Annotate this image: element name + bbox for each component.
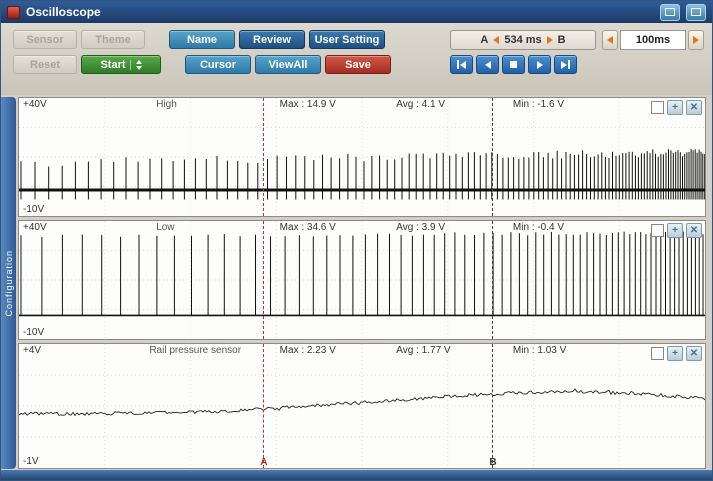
channel-header: +40V High Max : 14.9 V Avg : 4.1 V Min :…	[19, 99, 705, 113]
waveform-high	[19, 98, 705, 216]
cursor-b-label: B	[558, 34, 566, 46]
waveform-rail-pressure	[19, 344, 705, 468]
configuration-sidebar-tab[interactable]: Configuration	[1, 97, 16, 469]
cursor-time-display: A 534 ms B	[450, 30, 596, 50]
timebase-control: 100ms	[602, 30, 704, 50]
waveform-low	[19, 221, 705, 339]
maximize-icon	[691, 8, 701, 16]
timebase-value: 100ms	[620, 30, 686, 50]
channel-rail-pressure: +4V Rail pressure sensor Max : 2.23 V Av…	[18, 343, 706, 469]
channel-header: +4V Rail pressure sensor Max : 2.23 V Av…	[19, 345, 705, 359]
step-forward-button[interactable]	[528, 55, 551, 74]
stat-avg: Avg : 4.1 V	[396, 99, 445, 110]
start-spinner-icon[interactable]	[130, 60, 142, 70]
stat-min: Min : -1.6 V	[513, 99, 564, 110]
cursor-b-line[interactable]	[492, 221, 493, 339]
oscilloscope-window: Oscilloscope Sensor Theme Name Review Us…	[0, 0, 713, 481]
scale-bottom-label: -10V	[23, 327, 44, 338]
channel-checkbox[interactable]	[651, 101, 664, 114]
theme-button[interactable]: Theme	[81, 30, 145, 49]
close-channel-button[interactable]: ✕	[686, 223, 702, 238]
channel-checkbox[interactable]	[651, 347, 664, 360]
channel-header: +40V Low Max : 34.6 V Avg : 3.9 V Min : …	[19, 222, 705, 236]
stat-avg: Avg : 3.9 V	[396, 222, 445, 233]
scale-bottom-label: -10V	[23, 204, 44, 215]
stat-avg: Avg : 1.77 V	[396, 345, 450, 356]
timebase-decrease-button[interactable]	[602, 30, 618, 50]
save-button[interactable]: Save	[325, 55, 391, 74]
cursor-a-bottom-label: A	[260, 457, 267, 468]
close-channel-button[interactable]: ✕	[686, 346, 702, 361]
channel-name: High	[156, 99, 177, 110]
cursor-time-value: 534 ms	[504, 34, 541, 46]
stat-max: Max : 14.9 V	[280, 99, 336, 110]
cursor-a-arrow-icon	[493, 36, 499, 44]
stat-min: Min : 1.03 V	[513, 345, 566, 356]
playback-controls	[450, 55, 577, 74]
scale-top-label: +40V	[23, 222, 47, 233]
zoom-plus-button[interactable]: +	[667, 100, 683, 115]
scale-bottom-label: -1V	[23, 456, 39, 467]
cursor-a-line[interactable]	[263, 221, 264, 339]
channel-name: Rail pressure sensor	[149, 345, 241, 356]
stat-max: Max : 34.6 V	[280, 222, 336, 233]
title-bar: Oscilloscope	[1, 1, 712, 23]
channel-high: +40V High Max : 14.9 V Avg : 4.1 V Min :…	[18, 97, 706, 217]
start-button[interactable]: Start	[81, 55, 161, 74]
skip-to-start-button[interactable]	[450, 55, 473, 74]
scale-top-label: +4V	[23, 345, 41, 356]
step-back-button[interactable]	[476, 55, 499, 74]
left-arrow-icon	[607, 36, 613, 44]
channel-controls: + ✕	[651, 100, 702, 115]
right-arrow-icon	[693, 36, 699, 44]
channel-controls: + ✕	[651, 223, 702, 238]
viewall-button[interactable]: ViewAll	[255, 55, 321, 74]
cursor-a-line[interactable]	[263, 98, 264, 216]
sensor-button[interactable]: Sensor	[13, 30, 77, 49]
channel-name: Low	[156, 222, 174, 233]
channel-checkbox[interactable]	[651, 224, 664, 237]
reset-button[interactable]: Reset	[13, 55, 77, 74]
window-bottom-frame	[1, 470, 712, 480]
timebase-increase-button[interactable]	[688, 30, 704, 50]
maximize-window-button[interactable]	[686, 4, 706, 21]
cursor-b-bottom-label: B	[489, 457, 496, 468]
skip-to-end-button[interactable]	[554, 55, 577, 74]
zoom-plus-button[interactable]: +	[667, 346, 683, 361]
window-title: Oscilloscope	[26, 5, 654, 19]
cursor-button[interactable]: Cursor	[185, 55, 251, 74]
toolbar: Sensor Theme Name Review User Setting Re…	[1, 23, 712, 95]
restore-icon	[665, 8, 675, 16]
close-channel-button[interactable]: ✕	[686, 100, 702, 115]
toolbar-row-2: Reset Start Cursor ViewAll Save	[13, 55, 391, 74]
scale-top-label: +40V	[23, 99, 47, 110]
toolbar-row-1: Sensor Theme Name Review User Setting	[13, 30, 385, 49]
cursor-b-arrow-icon	[547, 36, 553, 44]
stat-min: Min : -0.4 V	[513, 222, 564, 233]
configuration-label: Configuration	[4, 250, 14, 317]
cursor-b-line[interactable]	[492, 344, 493, 468]
cursor-a-line[interactable]	[263, 344, 264, 468]
stop-button[interactable]	[502, 55, 525, 74]
cursor-a-label: A	[480, 34, 488, 46]
channel-low: +40V Low Max : 34.6 V Avg : 3.9 V Min : …	[18, 220, 706, 340]
user-setting-button[interactable]: User Setting	[309, 30, 385, 49]
review-button[interactable]: Review	[239, 30, 305, 49]
zoom-plus-button[interactable]: +	[667, 223, 683, 238]
stat-max: Max : 2.23 V	[280, 345, 336, 356]
app-icon	[7, 6, 20, 19]
restore-window-button[interactable]	[660, 4, 680, 21]
cursor-b-line[interactable]	[492, 98, 493, 216]
channel-controls: + ✕	[651, 346, 702, 361]
name-button[interactable]: Name	[169, 30, 235, 49]
